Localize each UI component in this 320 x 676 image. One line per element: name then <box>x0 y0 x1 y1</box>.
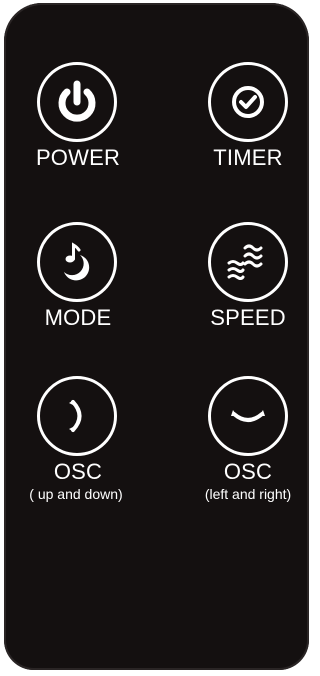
vertical-arc-icon <box>69 400 82 432</box>
horizontal-arc-icon <box>231 410 265 422</box>
wind-waves-icon <box>227 244 263 280</box>
timer-label: TIMER <box>213 145 283 170</box>
timer-button[interactable] <box>208 62 288 142</box>
mode-button[interactable] <box>37 222 117 302</box>
timer-check-icon <box>232 86 264 118</box>
osc-vertical-sublabel: ( up and down) <box>29 486 123 502</box>
mode-label: MODE <box>44 305 112 330</box>
osc-vertical-label: OSC <box>53 459 103 484</box>
power-icon <box>58 80 96 122</box>
power-label: POWER <box>35 145 121 170</box>
osc-vertical-button[interactable] <box>37 376 117 456</box>
osc-horizontal-button[interactable] <box>208 376 288 456</box>
speed-label: SPEED <box>210 305 286 330</box>
osc-horizontal-sublabel: (left and right) <box>204 486 292 502</box>
speed-button[interactable] <box>208 222 288 302</box>
moon-note-icon <box>64 242 90 281</box>
osc-horizontal-label: OSC <box>223 459 273 484</box>
power-button[interactable] <box>37 62 117 142</box>
